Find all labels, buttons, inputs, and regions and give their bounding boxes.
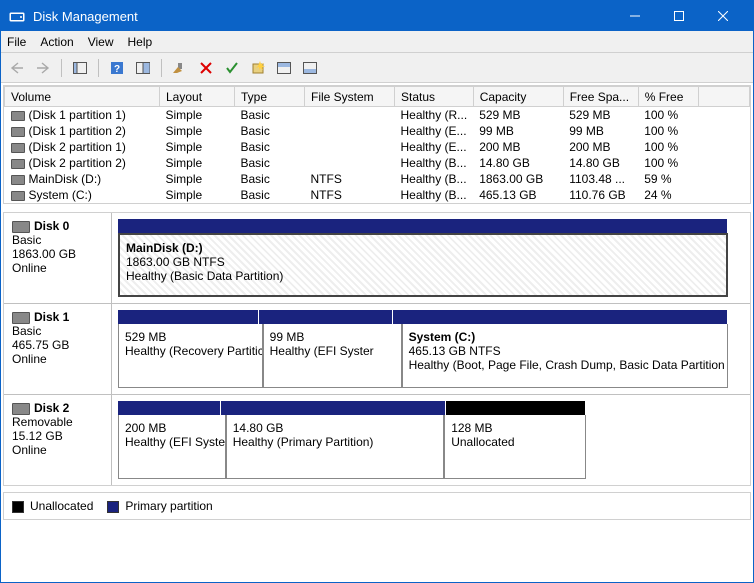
disk-view-top-icon[interactable]	[272, 57, 296, 79]
help-button[interactable]: ?	[105, 57, 129, 79]
disk-row: Disk 2Removable15.12 GBOnline200 MBHealt…	[4, 394, 750, 485]
partition-box[interactable]: 200 MBHealthy (EFI Syster	[118, 415, 226, 479]
legend-primary: Primary partition	[107, 499, 212, 513]
column-header[interactable]: % Free	[638, 87, 698, 107]
volume-list: VolumeLayoutTypeFile SystemStatusCapacit…	[3, 85, 751, 204]
checkmark-icon[interactable]	[220, 57, 244, 79]
titlebar: Disk Management	[1, 1, 753, 31]
column-header[interactable]: Type	[235, 87, 305, 107]
disk-row: Disk 1Basic465.75 GBOnline529 MBHealthy …	[4, 303, 750, 394]
new-icon[interactable]	[246, 57, 270, 79]
delete-button[interactable]	[194, 57, 218, 79]
forward-button[interactable]	[31, 57, 55, 79]
legend: Unallocated Primary partition	[3, 492, 751, 520]
partition-box[interactable]: 128 MBUnallocated	[444, 415, 586, 479]
disk-info[interactable]: Disk 1Basic465.75 GBOnline	[4, 304, 112, 394]
menu-view[interactable]: View	[88, 35, 114, 49]
volume-row[interactable]: (Disk 2 partition 1)SimpleBasicHealthy (…	[5, 139, 750, 155]
disk-view-bottom-icon[interactable]	[298, 57, 322, 79]
partition-box[interactable]: 99 MBHealthy (EFI Syster	[263, 324, 402, 388]
disk-info[interactable]: Disk 0Basic1863.00 GBOnline	[4, 213, 112, 303]
column-header[interactable]: File System	[305, 87, 395, 107]
show-hide-tree-button[interactable]	[68, 57, 92, 79]
column-header[interactable]: Free Spa...	[563, 87, 638, 107]
disk-info[interactable]: Disk 2Removable15.12 GBOnline	[4, 395, 112, 485]
volume-row[interactable]: (Disk 1 partition 2)SimpleBasicHealthy (…	[5, 123, 750, 139]
volume-row[interactable]: (Disk 2 partition 2)SimpleBasicHealthy (…	[5, 155, 750, 171]
column-header[interactable]: Status	[395, 87, 474, 107]
partition-box[interactable]: 14.80 GBHealthy (Primary Partition)	[226, 415, 444, 479]
volume-row[interactable]: (Disk 1 partition 1)SimpleBasicHealthy (…	[5, 107, 750, 124]
disk-row: Disk 0Basic1863.00 GBOnlineMainDisk (D:)…	[4, 213, 750, 303]
toolbar-separator-3	[161, 59, 162, 77]
partition-box[interactable]: System (C:)465.13 GB NTFSHealthy (Boot, …	[402, 324, 728, 388]
column-header[interactable]: Volume	[5, 87, 160, 107]
close-button[interactable]	[701, 1, 745, 31]
partition-box[interactable]: MainDisk (D:)1863.00 GB NTFSHealthy (Bas…	[118, 233, 728, 297]
column-header[interactable]: Layout	[160, 87, 235, 107]
menu-help[interactable]: Help	[128, 35, 153, 49]
app-icon	[9, 8, 25, 24]
window-title: Disk Management	[33, 9, 613, 24]
minimize-button[interactable]	[613, 1, 657, 31]
toolbar-separator-1	[61, 59, 62, 77]
maximize-button[interactable]	[657, 1, 701, 31]
back-button[interactable]	[5, 57, 29, 79]
toolbar: ?	[1, 53, 753, 83]
menubar: File Action View Help	[1, 31, 753, 53]
menu-action[interactable]: Action	[40, 35, 73, 49]
column-header[interactable]: Capacity	[473, 87, 563, 107]
partition-box[interactable]: 529 MBHealthy (Recovery Partitic	[118, 324, 263, 388]
toolbar-separator-2	[98, 59, 99, 77]
volume-row[interactable]: MainDisk (D:)SimpleBasicNTFSHealthy (B..…	[5, 171, 750, 187]
disk-graphical-view: Disk 0Basic1863.00 GBOnlineMainDisk (D:)…	[3, 212, 751, 486]
legend-unallocated: Unallocated	[12, 499, 93, 513]
svg-text:?: ?	[114, 64, 120, 75]
volume-row[interactable]: System (C:)SimpleBasicNTFSHealthy (B...4…	[5, 187, 750, 203]
settings-icon[interactable]	[168, 57, 192, 79]
properties-button[interactable]	[131, 57, 155, 79]
menu-file[interactable]: File	[7, 35, 26, 49]
